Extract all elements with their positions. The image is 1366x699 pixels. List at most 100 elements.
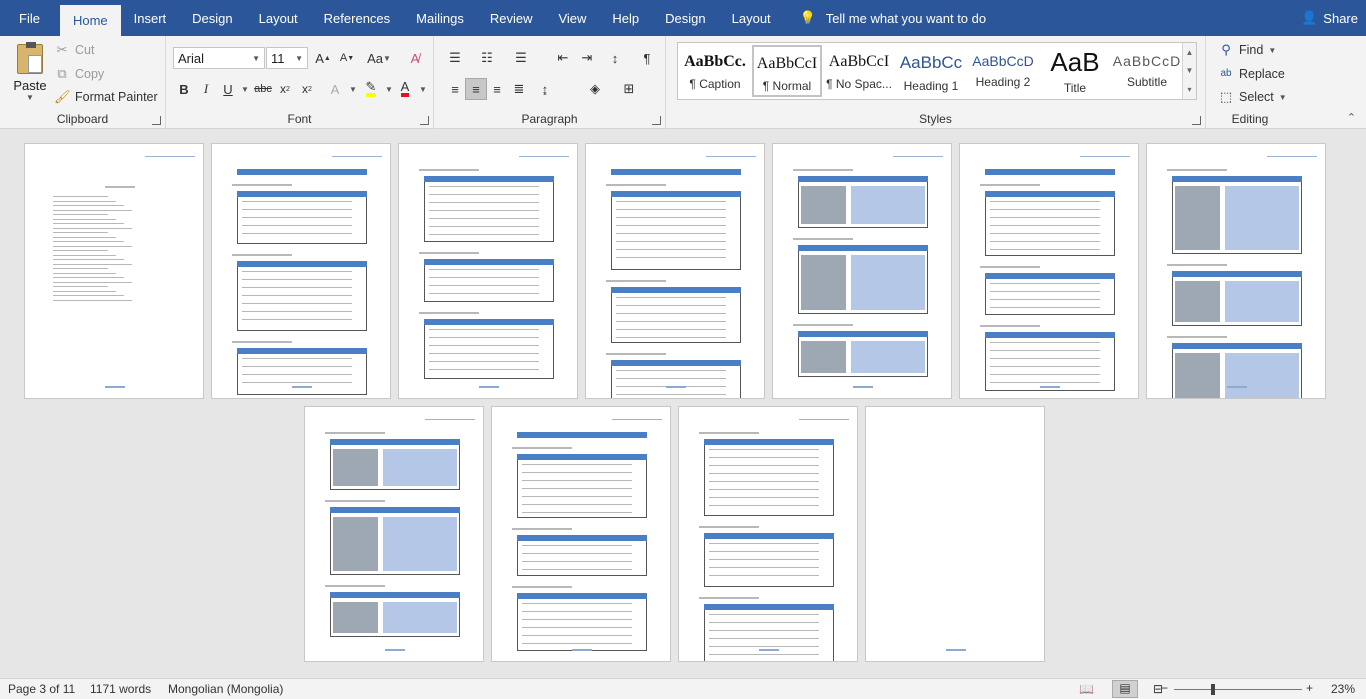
- chevron-down-icon[interactable]: ▼: [412, 78, 434, 100]
- font-size-combo[interactable]: 11 ▼: [266, 47, 308, 69]
- table-row-line: [709, 638, 819, 639]
- bold-icon[interactable]: B: [173, 78, 195, 100]
- justify-icon[interactable]: ≣: [508, 78, 530, 100]
- chevron-down-icon[interactable]: ▼: [1186, 66, 1194, 75]
- table-row-line: [522, 569, 632, 570]
- tab-table-layout[interactable]: Layout: [719, 0, 784, 36]
- superscript-icon[interactable]: x2: [296, 78, 318, 100]
- decrease-indent-icon[interactable]: ⇤: [552, 47, 574, 69]
- zoom-out-icon[interactable]: −: [1161, 681, 1168, 695]
- dialog-launcher-icon[interactable]: [652, 116, 661, 125]
- strikethrough-icon[interactable]: abc: [252, 78, 274, 100]
- numbering-icon[interactable]: ☷: [476, 47, 498, 69]
- document-page[interactable]: [24, 143, 204, 399]
- shading-icon[interactable]: ◈: [584, 78, 606, 100]
- font-name-combo[interactable]: Arial ▼: [173, 47, 265, 69]
- tab-file[interactable]: File: [0, 0, 60, 36]
- increase-indent-icon[interactable]: ⇥: [576, 47, 598, 69]
- tab-design[interactable]: Design: [179, 0, 245, 36]
- style-heading-2[interactable]: AaBbCcD Heading 2: [968, 45, 1038, 97]
- tab-help[interactable]: Help: [599, 0, 652, 36]
- share-button[interactable]: 👤 Share: [1301, 0, 1358, 36]
- align-left-icon[interactable]: ≡: [444, 78, 466, 100]
- style-no-spacing[interactable]: AaBbCcI ¶ No Spac...: [824, 45, 894, 97]
- format-painter-button[interactable]: 🖌 Format Painter: [54, 89, 158, 105]
- select-button[interactable]: ⬚ Select ▼: [1218, 89, 1287, 105]
- document-page[interactable]: [304, 406, 484, 662]
- page-counter[interactable]: Page 3 of 11: [8, 682, 75, 696]
- tab-insert[interactable]: Insert: [121, 0, 180, 36]
- copy-button[interactable]: ⧉ Copy: [54, 66, 104, 82]
- read-mode-icon[interactable]: 📖: [1079, 682, 1094, 696]
- document-page[interactable]: [491, 406, 671, 662]
- style-caption[interactable]: AaBbCc. ¶ Caption: [680, 45, 750, 97]
- text-line: [699, 597, 759, 599]
- document-page[interactable]: [398, 143, 578, 399]
- cut-button[interactable]: ✂ Cut: [54, 42, 95, 58]
- table-row-line: [522, 464, 632, 465]
- document-page[interactable]: [865, 406, 1045, 662]
- shrink-font-icon[interactable]: A ▼: [336, 47, 358, 69]
- italic-icon[interactable]: I: [195, 78, 217, 100]
- copy-icon: ⧉: [57, 66, 67, 81]
- align-right-icon[interactable]: ≡: [486, 78, 508, 100]
- clear-formatting-icon[interactable]: A̸: [404, 47, 426, 69]
- find-button[interactable]: ⚲ Find ▼: [1218, 42, 1276, 58]
- tab-home[interactable]: Home: [59, 5, 121, 36]
- pilcrow-icon[interactable]: ¶: [636, 47, 658, 69]
- multilevel-list-icon[interactable]: ☰: [510, 47, 532, 69]
- document-page[interactable]: [678, 406, 858, 662]
- replace-button[interactable]: ab Replace: [1218, 66, 1284, 82]
- gallery-scrollbar[interactable]: ▲ ▼ ▾: [1182, 43, 1196, 99]
- dialog-launcher-icon[interactable]: [152, 116, 161, 125]
- align-center-icon[interactable]: ≡: [465, 78, 487, 100]
- tell-me-box[interactable]: 💡 Tell me what you want to do: [800, 0, 986, 36]
- document-canvas[interactable]: [0, 130, 1366, 678]
- zoom-level[interactable]: 23%: [1331, 682, 1355, 696]
- chevron-up-icon[interactable]: ▲: [1186, 48, 1194, 57]
- document-page[interactable]: [772, 143, 952, 399]
- tab-references[interactable]: References: [311, 0, 403, 36]
- text-line: [419, 252, 479, 254]
- tab-mailings[interactable]: Mailings: [403, 0, 477, 36]
- line-spacing-icon[interactable]: ↨: [534, 78, 556, 100]
- table-row-line: [522, 488, 632, 489]
- print-layout-icon[interactable]: ▤: [1112, 680, 1138, 698]
- tab-layout[interactable]: Layout: [246, 0, 311, 36]
- language-indicator[interactable]: Mongolian (Mongolia): [168, 682, 283, 696]
- style-subtitle[interactable]: AaBbCcD Subtitle: [1112, 45, 1182, 97]
- table-row-line: [429, 226, 539, 227]
- sort-icon[interactable]: ↕: [604, 47, 626, 69]
- table: [611, 191, 741, 270]
- tab-view[interactable]: View: [545, 0, 599, 36]
- tab-table-design[interactable]: Design: [652, 0, 718, 36]
- collapse-ribbon-icon[interactable]: ⌃: [1347, 111, 1356, 124]
- document-page[interactable]: [959, 143, 1139, 399]
- style-heading-1[interactable]: AaBbCc Heading 1: [896, 45, 966, 97]
- bullets-icon[interactable]: ☰: [444, 47, 466, 69]
- paste-button[interactable]: Paste ▼: [12, 42, 48, 106]
- zoom-in-icon[interactable]: +: [1306, 681, 1313, 695]
- grow-font-icon[interactable]: A ▲: [312, 47, 334, 69]
- borders-icon[interactable]: ⊞: [618, 78, 640, 100]
- expand-gallery-icon[interactable]: ▾: [1187, 85, 1191, 94]
- zoom-slider-track[interactable]: [1174, 689, 1302, 690]
- tab-review[interactable]: Review: [477, 0, 546, 36]
- dialog-launcher-icon[interactable]: [420, 116, 429, 125]
- page-header-rule: [332, 156, 382, 157]
- table-row-line: [242, 279, 352, 280]
- zoom-slider-handle[interactable]: [1211, 684, 1215, 695]
- find-label: Find: [1239, 43, 1264, 57]
- change-case-icon[interactable]: Aa ▼: [364, 47, 394, 69]
- table-row-line: [242, 303, 352, 304]
- table-row-line: [522, 496, 632, 497]
- document-page[interactable]: [1146, 143, 1326, 399]
- document-page[interactable]: [211, 143, 391, 399]
- style-normal[interactable]: AaBbCcI ¶ Normal: [752, 45, 822, 97]
- subscript-icon[interactable]: x2: [274, 78, 296, 100]
- dialog-launcher-icon[interactable]: [1192, 116, 1201, 125]
- table-row-line: [429, 194, 539, 195]
- word-count[interactable]: 1171 words: [90, 682, 151, 696]
- style-title[interactable]: AaB Title: [1040, 45, 1110, 97]
- document-page[interactable]: [585, 143, 765, 399]
